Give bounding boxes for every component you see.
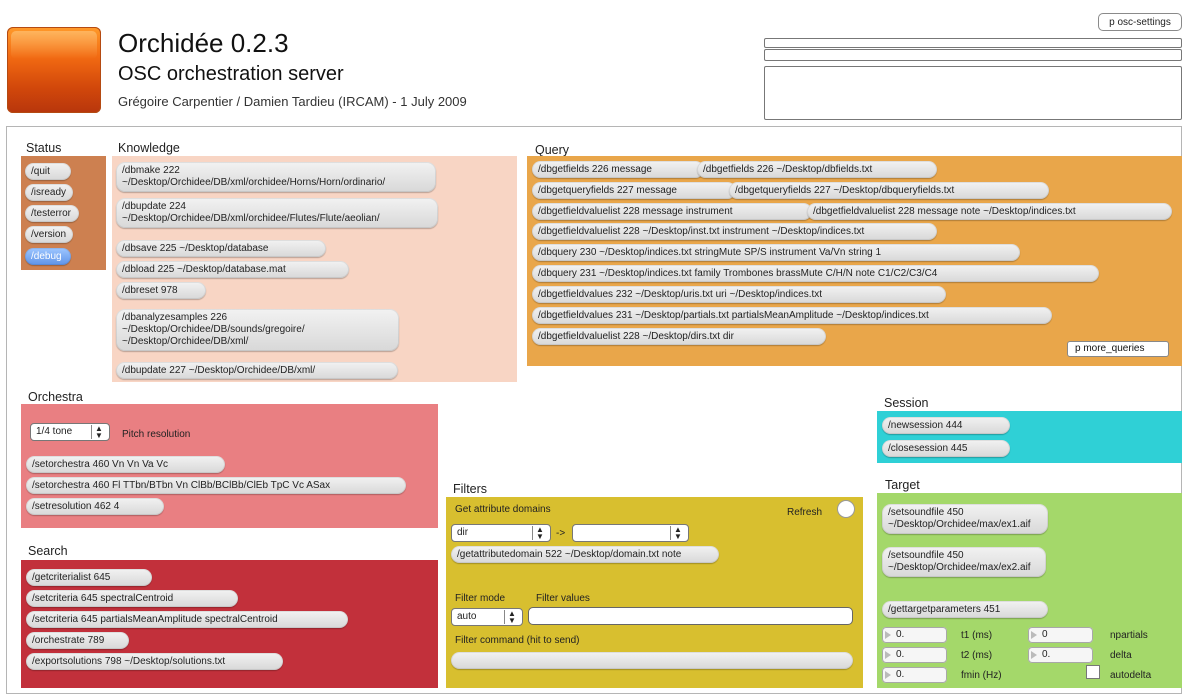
session-label: Session [884, 396, 929, 410]
delta-label: delta [1110, 650, 1132, 661]
closesession-message[interactable]: /closesession 445 [882, 440, 1010, 457]
setorchestra-message[interactable]: /setorchestra 460 Fl TTbn/BTbn Vn ClBb/B… [26, 477, 406, 494]
chevron-updown-icon: ▲ ▼ [504, 610, 519, 625]
query-message[interactable]: /dbgetfieldvaluelist 228 message note ~/… [807, 203, 1172, 220]
t1-label: t1 (ms) [961, 630, 993, 641]
orchestra-panel: 1/4 tone ▲ ▼ Pitch resolution /setorchest… [21, 404, 438, 528]
knowledge-panel: /dbmake 222 ~/Desktop/Orchidee/DB/xml/or… [112, 156, 517, 382]
chevron-updown-icon: ▲ ▼ [670, 526, 685, 541]
fmin-number[interactable]: 0. [882, 667, 947, 683]
autodelta-checkbox[interactable] [1086, 665, 1100, 679]
attribute-value: dir [457, 527, 469, 538]
query-message[interactable]: /dbgetfieldvalues 232 ~/Desktop/uris.txt… [532, 286, 946, 303]
chevron-updown-icon: ▲ ▼ [532, 526, 547, 541]
attribute-domain-menu[interactable]: ▲ ▼ [572, 524, 689, 542]
orchidee-logo [7, 27, 101, 113]
status-panel: /quit /isready /testerror /version /debu… [21, 156, 106, 270]
chevron-updown-icon: ▲ ▼ [91, 425, 106, 440]
query-label: Query [535, 143, 570, 157]
pitch-resolution-label: Pitch resolution [122, 429, 191, 440]
testerror-message[interactable]: /testerror [25, 205, 79, 222]
session-panel: /newsession 444 /closesession 445 [877, 411, 1182, 463]
query-message[interactable]: /dbgetfieldvaluelist 228 ~/Desktop/dirs.… [532, 328, 826, 345]
top-message-area[interactable] [764, 66, 1182, 120]
npartials-label: npartials [1110, 630, 1148, 641]
refresh-label: Refresh [787, 507, 823, 518]
setsoundfile-message[interactable]: /setsoundfile 450 ~/Desktop/Orchidee/max… [882, 547, 1046, 577]
query-message[interactable]: /dbgetfields 226 ~/Desktop/dbfields.txt [697, 161, 937, 178]
attribute-menu[interactable]: dir ▲ ▼ [451, 524, 551, 542]
query-panel: /dbgetfields 226 message /dbgetfields 22… [527, 156, 1182, 366]
search-label: Search [28, 544, 68, 558]
fmin-label: fmin (Hz) [961, 670, 1002, 681]
filter-command-label: Filter command (hit to send) [455, 635, 580, 646]
isready-message[interactable]: /isready [25, 184, 73, 201]
dbsave-message[interactable]: /dbsave 225 ~/Desktop/database [116, 240, 326, 257]
query-message[interactable]: /dbgetqueryfields 227 ~/Desktop/dbqueryf… [729, 182, 1049, 199]
pitch-resolution-value: 1/4 tone [36, 426, 73, 437]
refresh-button[interactable] [837, 500, 855, 518]
filter-command-message[interactable] [451, 652, 853, 669]
getattributedomain-message[interactable]: /getattributedomain 522 ~/Desktop/domain… [451, 546, 719, 563]
dbload-message[interactable]: /dbload 225 ~/Desktop/database.mat [116, 261, 349, 278]
pitch-resolution-menu[interactable]: 1/4 tone ▲ ▼ [30, 423, 110, 441]
more-queries-button[interactable]: p more_queries [1067, 341, 1169, 357]
quit-message[interactable]: /quit [25, 163, 71, 180]
query-message[interactable]: /dbgetfieldvaluelist 228 ~/Desktop/inst.… [532, 223, 937, 240]
top-field-2[interactable] [764, 49, 1182, 61]
setsoundfile-message[interactable]: /setsoundfile 450 ~/Desktop/Orchidee/max… [882, 504, 1048, 534]
setresolution-message[interactable]: /setresolution 462 4 [26, 498, 164, 515]
query-message[interactable]: /dbgetfieldvaluelist 228 message instrum… [532, 203, 812, 220]
newsession-message[interactable]: /newsession 444 [882, 417, 1010, 434]
autodelta-label: autodelta [1110, 670, 1152, 681]
dbupdate-xml-message[interactable]: /dbupdate 227 ~/Desktop/Orchidee/DB/xml/ [116, 362, 398, 379]
query-message[interactable]: /dbgetfieldvalues 231 ~/Desktop/partials… [532, 307, 1052, 324]
status-label: Status [26, 141, 62, 155]
delta-number[interactable]: 0. [1028, 647, 1093, 663]
filter-values-input[interactable] [528, 607, 853, 625]
arrow-label: -> [556, 528, 566, 539]
knowledge-label: Knowledge [118, 141, 180, 155]
dbmake-message[interactable]: /dbmake 222 ~/Desktop/Orchidee/DB/xml/or… [116, 162, 436, 192]
debug-message[interactable]: /debug [25, 248, 71, 265]
top-field-1[interactable] [764, 38, 1182, 48]
orchestrate-message[interactable]: /orchestrate 789 [26, 632, 129, 649]
version-message[interactable]: /version [25, 226, 73, 243]
t2-number[interactable]: 0. [882, 647, 947, 663]
filter-mode-label: Filter mode [455, 593, 506, 604]
filters-label: Filters [453, 482, 488, 496]
setorchestra-message[interactable]: /setorchestra 460 Vn Vn Va Vc [26, 456, 225, 473]
filter-mode-value: auto [457, 611, 477, 622]
gettargetparameters-message[interactable]: /gettargetparameters 451 [882, 601, 1048, 618]
filter-mode-menu[interactable]: auto ▲ ▼ [451, 608, 523, 626]
query-message[interactable]: /dbgetfields 226 message [532, 161, 704, 178]
app-credit: Grégoire Carpentier / Damien Tardieu (IR… [118, 94, 467, 109]
orchestra-label: Orchestra [28, 390, 83, 404]
setcriteria-message[interactable]: /setcriteria 645 spectralCentroid [26, 590, 238, 607]
filters-panel: Get attribute domains Refresh dir ▲ ▼ -> … [446, 497, 863, 688]
setcriteria-message[interactable]: /setcriteria 645 partialsMeanAmplitude s… [26, 611, 348, 628]
t2-label: t2 (ms) [961, 650, 993, 661]
query-message[interactable]: /dbquery 231 ~/Desktop/indices.txt famil… [532, 265, 1099, 282]
query-message[interactable]: /dbquery 230 ~/Desktop/indices.txt strin… [532, 244, 1020, 261]
target-label: Target [885, 478, 920, 492]
get-attribute-domains-label: Get attribute domains [455, 504, 551, 515]
query-message[interactable]: /dbgetqueryfields 227 message [532, 182, 736, 199]
npartials-number[interactable]: 0 [1028, 627, 1093, 643]
dbanalyzesamples-message[interactable]: /dbanalyzesamples 226 ~/Desktop/Orchidee… [116, 309, 399, 351]
osc-settings-button[interactable]: p osc-settings [1098, 13, 1182, 31]
filter-values-label: Filter values [536, 593, 590, 604]
search-panel: /getcriterialist 645 /setcriteria 645 sp… [21, 560, 438, 688]
app-subtitle: OSC orchestration server [118, 63, 344, 85]
getcriterialist-message[interactable]: /getcriterialist 645 [26, 569, 152, 586]
dbupdate-flute-message[interactable]: /dbupdate 224 ~/Desktop/Orchidee/DB/xml/… [116, 198, 438, 228]
exportsolutions-message[interactable]: /exportsolutions 798 ~/Desktop/solutions… [26, 653, 283, 670]
app-title: Orchidée 0.2.3 [118, 28, 289, 58]
t1-number[interactable]: 0. [882, 627, 947, 643]
target-panel: /setsoundfile 450 ~/Desktop/Orchidee/max… [877, 493, 1182, 688]
dbreset-message[interactable]: /dbreset 978 [116, 282, 206, 299]
